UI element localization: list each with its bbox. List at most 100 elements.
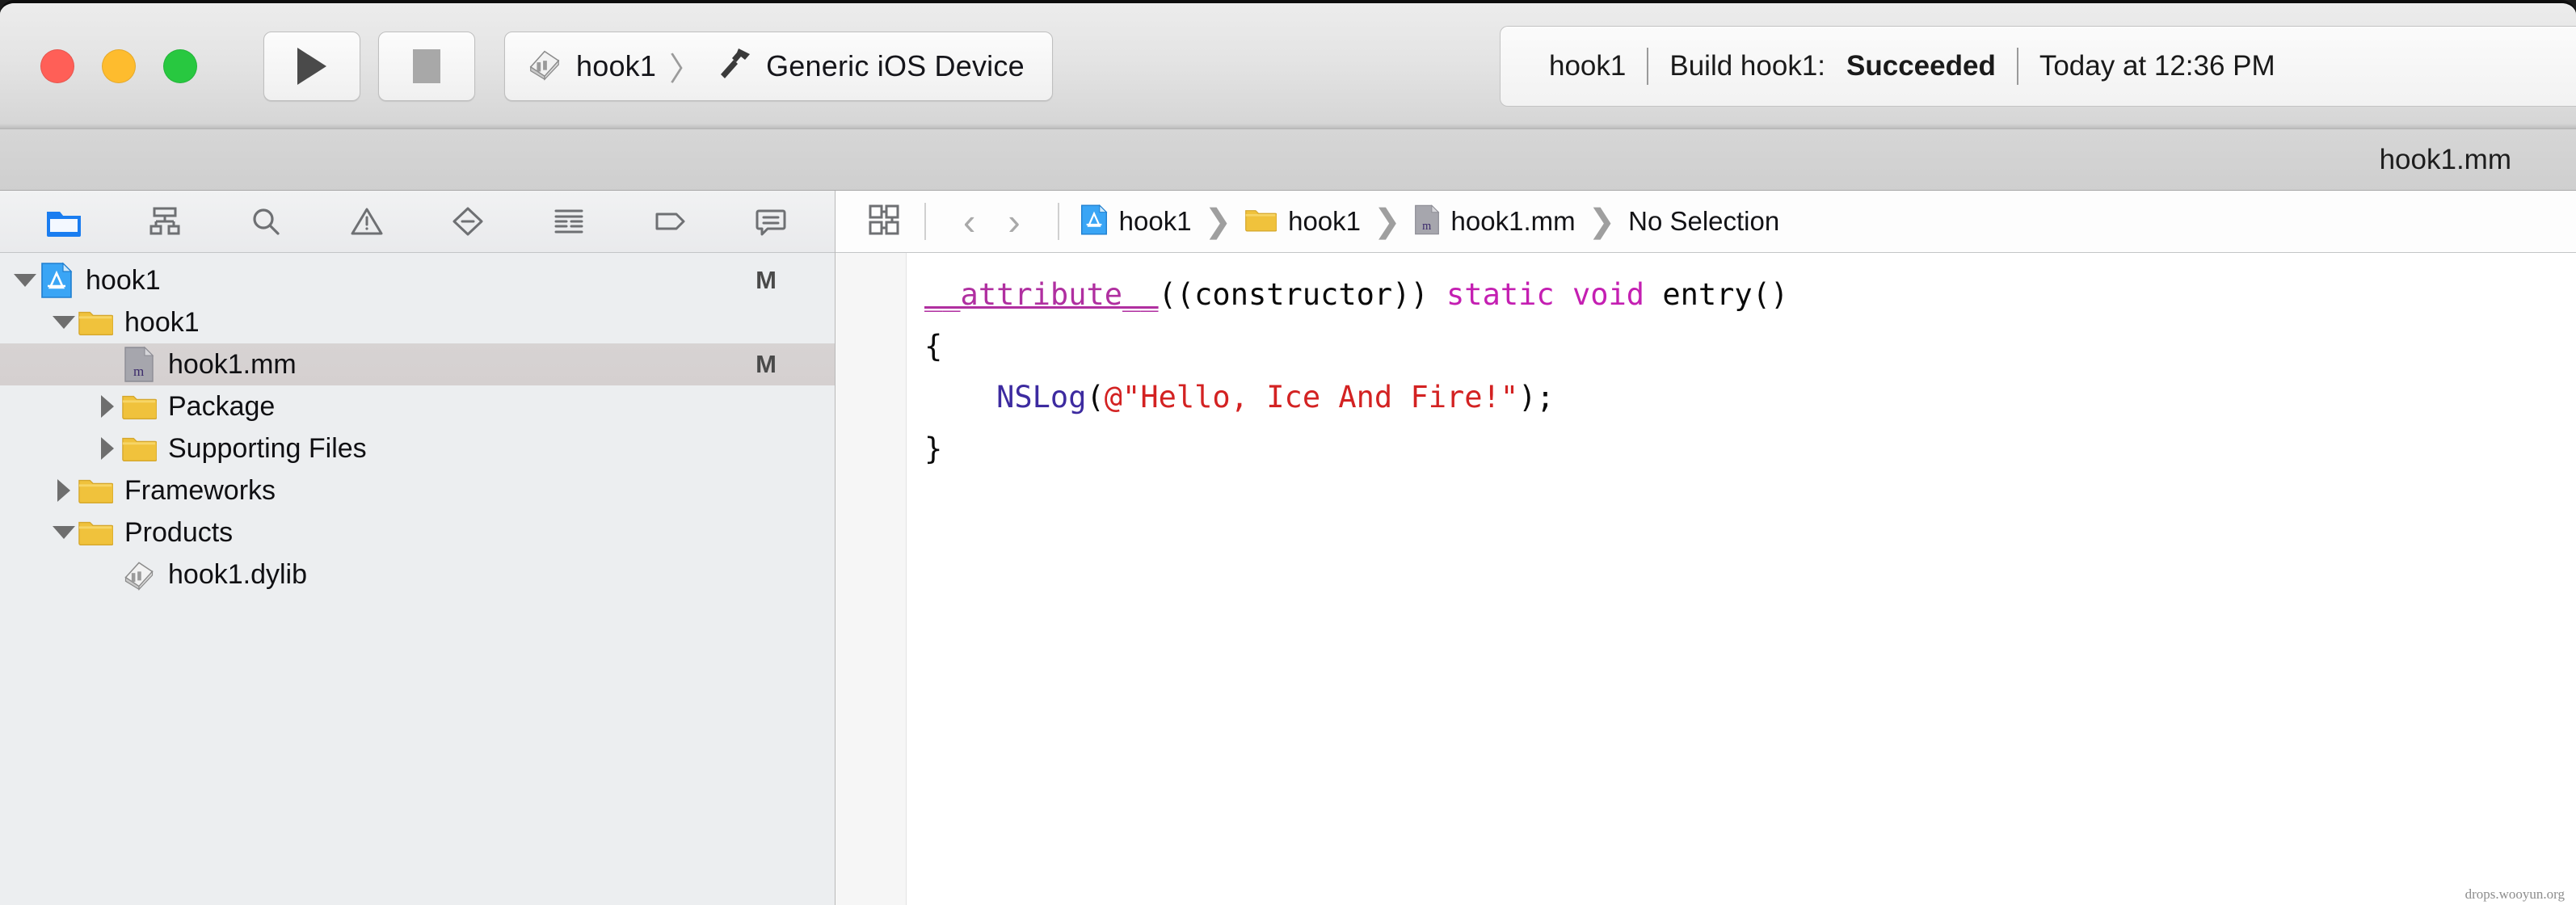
folder-icon bbox=[1244, 205, 1277, 238]
breadcrumb-item-selection[interactable]: No Selection bbox=[1628, 206, 1779, 237]
sidebar-item-find-navigator[interactable] bbox=[238, 199, 294, 244]
breadcrumb-item-project[interactable]: hook1 bbox=[1080, 203, 1192, 241]
hierarchy-icon bbox=[149, 207, 180, 235]
table-row[interactable]: hook1 M bbox=[0, 259, 835, 301]
folder-icon bbox=[46, 212, 81, 237]
sidebar-item-project-navigator[interactable] bbox=[36, 199, 92, 244]
breadcrumb-label: No Selection bbox=[1628, 206, 1780, 236]
code-token: __attribute__ bbox=[924, 277, 1159, 312]
breadcrumb-label: hook1 bbox=[1118, 206, 1192, 236]
tree-item-label: Frameworks bbox=[124, 474, 276, 506]
dylib-icon bbox=[121, 557, 157, 592]
warning-triangle-icon bbox=[351, 208, 383, 235]
document-title-label: hook1.mm bbox=[2379, 143, 2511, 175]
disclosure-triangle-icon[interactable] bbox=[50, 477, 78, 504]
disclosure-triangle-icon[interactable] bbox=[50, 309, 78, 336]
disclosure-triangle-icon[interactable] bbox=[94, 393, 121, 420]
xcode-project-icon bbox=[1080, 203, 1108, 241]
diamond-minus-icon bbox=[452, 207, 483, 236]
tag-icon bbox=[655, 213, 685, 230]
tree-item-label: Products bbox=[124, 516, 234, 548]
stop-button[interactable] bbox=[378, 31, 475, 101]
project-file-tree[interactable]: hook1 M hook1 m hook1.mm M Package Suppo… bbox=[0, 253, 835, 905]
sidebar-item-breakpoint-navigator[interactable] bbox=[642, 199, 698, 244]
folder-icon bbox=[78, 515, 113, 550]
run-button[interactable] bbox=[263, 31, 360, 101]
code-token: ); bbox=[1518, 380, 1555, 415]
disclosure-triangle-icon[interactable] bbox=[11, 267, 39, 294]
search-icon bbox=[253, 208, 280, 235]
source-code-text[interactable]: __attribute__((constructor)) static void… bbox=[907, 253, 2576, 905]
xcode-project-icon bbox=[39, 262, 74, 298]
table-row[interactable]: hook1 bbox=[0, 301, 835, 343]
scheme-separator-icon: 〉 bbox=[669, 51, 702, 87]
related-items-icon[interactable] bbox=[865, 200, 903, 243]
folder-icon bbox=[78, 473, 113, 508]
objc-file-icon: m bbox=[1414, 204, 1440, 240]
table-row[interactable]: hook1.dylib bbox=[0, 554, 835, 596]
status-build-prefix: Build hook1: bbox=[1669, 50, 1826, 82]
main-split-view: hook1 M hook1 m hook1.mm M Package Suppo… bbox=[0, 191, 2576, 905]
code-token: ((constructor)) bbox=[1158, 277, 1447, 312]
dylib-icon bbox=[526, 45, 563, 86]
tree-item-label: hook1 bbox=[86, 264, 161, 296]
back-button[interactable]: ‹ bbox=[947, 203, 991, 240]
table-row[interactable]: Products bbox=[0, 511, 835, 554]
tree-item-label: hook1.dylib bbox=[168, 558, 308, 590]
activity-status-view[interactable]: hook1 Build hook1: Succeeded Today at 12… bbox=[1500, 26, 2576, 107]
breadcrumb-item-file[interactable]: m hook1.mm bbox=[1414, 204, 1576, 240]
code-token: { bbox=[924, 328, 943, 364]
scheme-destination-label: Generic iOS Device bbox=[766, 48, 1025, 82]
status-badge: M bbox=[756, 350, 777, 378]
zoom-button[interactable] bbox=[163, 48, 197, 83]
table-row[interactable]: Supporting Files bbox=[0, 427, 835, 469]
hammer-icon bbox=[714, 45, 753, 86]
table-row[interactable]: Frameworks bbox=[0, 469, 835, 511]
xcode-window: hook1 〉 Generic iOS Device hook1 Build h… bbox=[0, 0, 2576, 905]
sidebar-item-debug-navigator[interactable] bbox=[541, 199, 597, 244]
list-rows-icon bbox=[554, 209, 583, 234]
sidebar-item-report-navigator[interactable] bbox=[743, 199, 799, 244]
tree-item-label: hook1 bbox=[124, 306, 200, 338]
document-title-bar: hook1.mm bbox=[0, 129, 2576, 191]
watermark-label: drops.wooyun.org bbox=[2464, 886, 2565, 902]
close-button[interactable] bbox=[40, 48, 74, 83]
forward-button[interactable]: › bbox=[991, 203, 1036, 240]
status-divider bbox=[1647, 48, 1649, 85]
folder-icon bbox=[78, 305, 113, 340]
navigator-pane: hook1 M hook1 m hook1.mm M Package Suppo… bbox=[0, 191, 836, 905]
status-badge: M bbox=[756, 266, 777, 294]
source-editor[interactable]: __attribute__((constructor)) static void… bbox=[836, 253, 2576, 905]
breadcrumb-label: hook1.mm bbox=[1450, 206, 1576, 236]
disclosure-triangle-icon[interactable] bbox=[94, 435, 121, 462]
code-line: NSLog(@"Hello, Ice And Fire!"); bbox=[924, 372, 2576, 423]
chevron-right-icon: ❯ bbox=[1204, 204, 1232, 239]
sidebar-item-source-control-navigator[interactable] bbox=[137, 199, 193, 244]
navigator-selector-bar bbox=[0, 191, 835, 253]
disclosure-triangle-icon[interactable] bbox=[50, 519, 78, 546]
code-line: } bbox=[924, 423, 2576, 475]
status-project-label: hook1 bbox=[1549, 50, 1627, 82]
speech-bubble-icon bbox=[756, 209, 786, 236]
code-token: entry() bbox=[1662, 277, 1789, 312]
chevron-right-icon: ❯ bbox=[1374, 204, 1401, 239]
sidebar-item-issue-navigator[interactable] bbox=[339, 199, 395, 244]
code-token: NSLog bbox=[996, 380, 1087, 415]
table-row[interactable]: Package bbox=[0, 385, 835, 427]
minimize-button[interactable] bbox=[102, 48, 136, 83]
table-row[interactable]: m hook1.mm M bbox=[0, 343, 835, 385]
code-token: static void bbox=[1446, 277, 1663, 312]
code-line: __attribute__((constructor)) static void… bbox=[924, 269, 2576, 321]
code-token: ( bbox=[1086, 380, 1105, 415]
jumpbar-divider bbox=[924, 203, 926, 240]
editor-gutter[interactable] bbox=[836, 253, 907, 905]
breadcrumb-item-group[interactable]: hook1 bbox=[1244, 205, 1361, 238]
status-divider-2 bbox=[2016, 48, 2018, 85]
sidebar-item-test-navigator[interactable] bbox=[440, 199, 496, 244]
status-build-result: Succeeded bbox=[1846, 50, 1996, 82]
scheme-selector[interactable]: hook1 〉 Generic iOS Device bbox=[504, 31, 1053, 101]
chevron-right-icon: ❯ bbox=[1588, 204, 1616, 239]
stop-icon bbox=[413, 48, 440, 83]
code-token: } bbox=[924, 431, 943, 466]
